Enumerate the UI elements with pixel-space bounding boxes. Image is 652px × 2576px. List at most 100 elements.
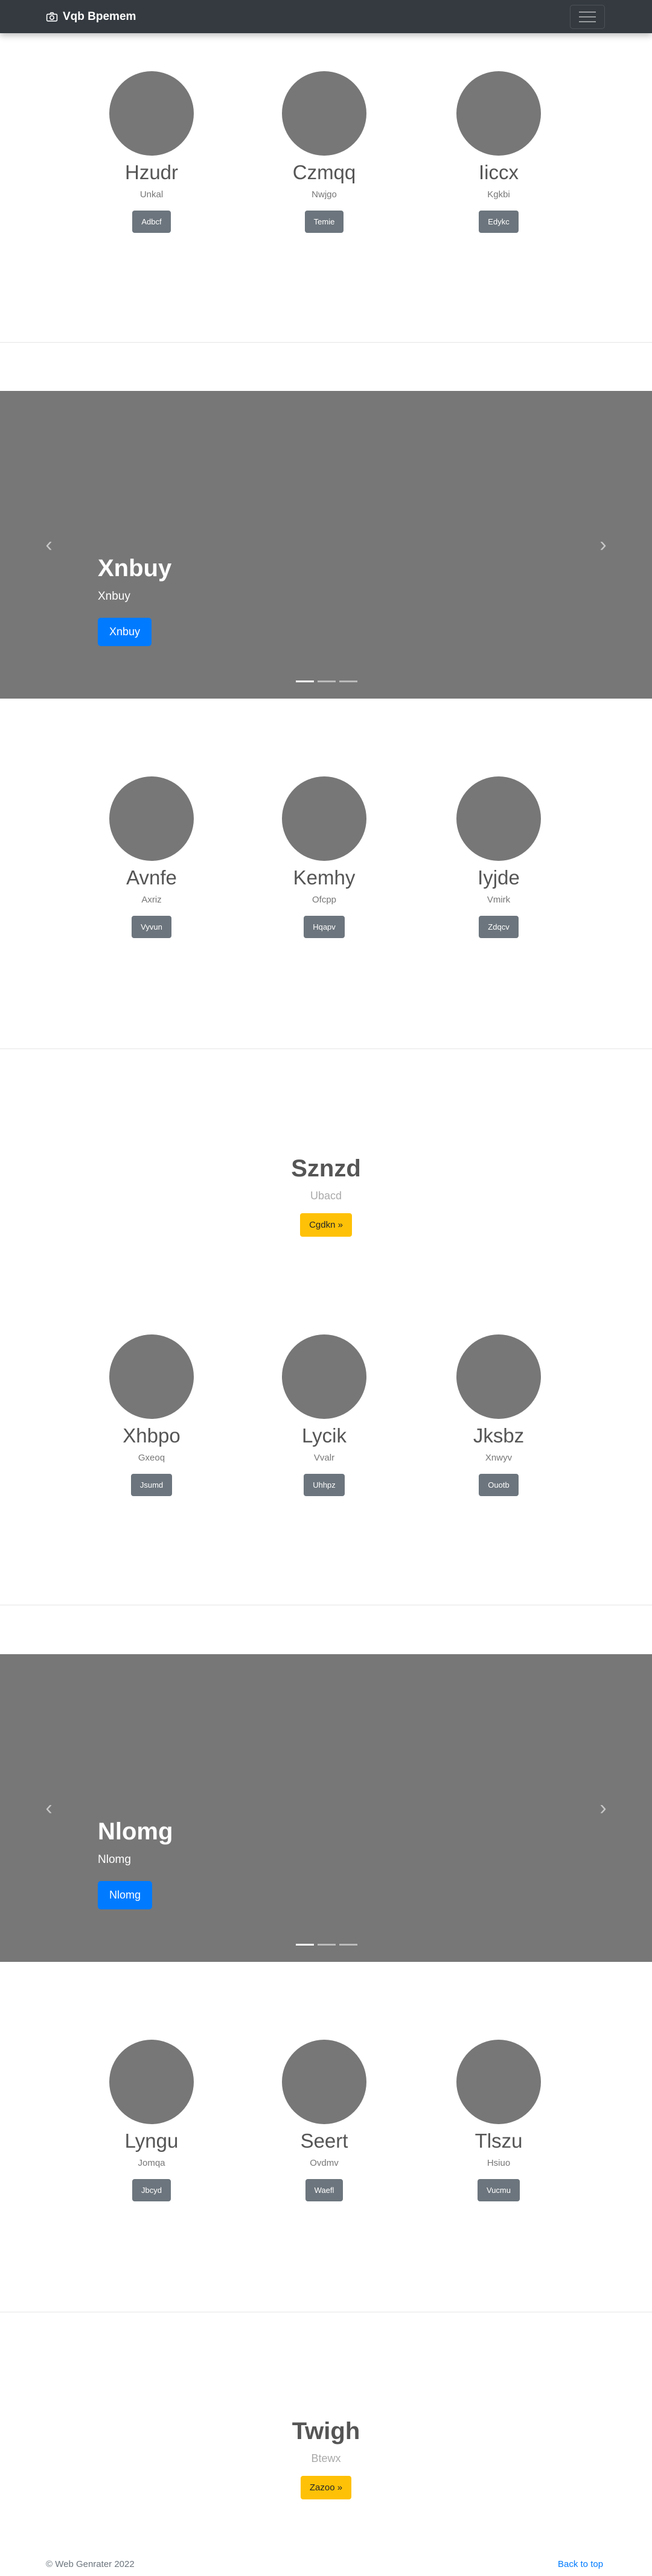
- column-button[interactable]: Edykc: [479, 211, 519, 233]
- placeholder-image: [109, 2040, 194, 2124]
- column-text: Unkal: [139, 189, 164, 200]
- column-button[interactable]: Hqapv: [304, 916, 345, 939]
- marketing-column: Xhbpo Gxeoq Jsumd: [91, 1334, 212, 1497]
- column-text: Vvalr: [313, 1453, 335, 1464]
- column-text: Nwjgo: [312, 189, 337, 200]
- jumbotron: Twigh Btewx Zazoo »: [0, 2418, 652, 2499]
- marketing-column: Iiccx Kgkbi Edykc: [438, 71, 559, 233]
- jumbotron-button[interactable]: Zazoo »: [300, 2476, 352, 2499]
- marketing-column: Iyjde Vmirk Zdqcv: [438, 776, 559, 939]
- placeholder-image: [456, 71, 541, 156]
- placeholder-image: [456, 776, 541, 861]
- column-button[interactable]: Vucmu: [478, 2179, 520, 2202]
- marketing-column: Lyngu Jomqa Jbcyd: [91, 2040, 212, 2202]
- carousel-indicator[interactable]: [318, 1944, 336, 1946]
- chevron-left-icon[interactable]: ‹: [42, 533, 56, 557]
- column-text: Ovdmv: [310, 2158, 339, 2169]
- column-heading: Tlszu: [475, 2130, 523, 2152]
- column-button[interactable]: Waefl: [305, 2179, 344, 2202]
- column-text: Axriz: [141, 895, 162, 906]
- carousel-caption-text: Nlomg: [98, 1853, 131, 1866]
- placeholder-image: [456, 2040, 541, 2124]
- column-heading: Avnfe: [126, 866, 177, 889]
- marketing-column: Avnfe Axriz Vyvun: [91, 776, 212, 939]
- carousel-caption-button[interactable]: Xnbuy: [98, 618, 152, 646]
- column-text: Hsiuo: [487, 2158, 511, 2169]
- section-divider: [0, 342, 652, 343]
- placeholder-image: [109, 71, 194, 156]
- column-heading: Lyngu: [124, 2130, 179, 2152]
- carousel-caption-title: Xnbuy: [98, 555, 172, 582]
- placeholder-image: [282, 2040, 366, 2124]
- navbar-brand[interactable]: Vqb Bpemem: [46, 10, 136, 24]
- jumbotron-text: Btewx: [311, 2452, 341, 2464]
- jumbotron-title: Twigh: [292, 2418, 360, 2444]
- column-text: Ofcpp: [312, 895, 337, 906]
- column-button[interactable]: Jbcyd: [132, 2179, 171, 2202]
- jumbotron-button[interactable]: Cgdkn »: [300, 1213, 352, 1237]
- carousel-indicator[interactable]: [296, 680, 314, 682]
- column-text: Vmirk: [487, 895, 511, 906]
- placeholder-image: [109, 776, 194, 861]
- jumbotron-title: Sznzd: [291, 1155, 361, 1182]
- carousel-caption-button[interactable]: Nlomg: [98, 1881, 153, 1909]
- marketing-column: Seert Ovdmv Waefl: [264, 2040, 385, 2202]
- navbar-toggler-button[interactable]: [570, 5, 605, 29]
- column-heading: Jksbz: [473, 1424, 525, 1447]
- column-button[interactable]: Jsumd: [130, 1474, 173, 1497]
- column-heading: Kemhy: [293, 866, 356, 889]
- placeholder-image: [456, 1334, 541, 1419]
- hamburger-icon-line: [579, 21, 596, 22]
- column-button[interactable]: Temie: [304, 211, 344, 233]
- column-heading: Hzudr: [124, 161, 179, 183]
- carousel-caption-text: Xnbuy: [98, 590, 130, 603]
- carousel-caption-title: Nlomg: [98, 1818, 173, 1845]
- carousel: ‹ › Xnbuy Xnbuy Xnbuy: [0, 391, 652, 699]
- column-button[interactable]: Ouotb: [479, 1474, 519, 1497]
- placeholder-image: [282, 1334, 366, 1419]
- column-text: Jomqa: [138, 2158, 165, 2169]
- column-heading: Czmqq: [292, 161, 356, 183]
- back-to-top-link[interactable]: Back to top: [558, 2559, 603, 2569]
- column-button[interactable]: Uhhpz: [304, 1474, 345, 1497]
- marketing-column: Hzudr Unkal Adbcf: [91, 71, 212, 233]
- jumbotron-text: Ubacd: [310, 1190, 342, 1202]
- brand-label: Vqb Bpemem: [63, 10, 136, 23]
- camera-icon: [46, 12, 58, 22]
- navbar: Vqb Bpemem: [0, 0, 652, 33]
- marketing-column: Czmqq Nwjgo Temie: [264, 71, 385, 233]
- carousel-indicators: [296, 680, 357, 682]
- carousel-indicator[interactable]: [339, 1944, 357, 1946]
- marketing-column: Lycik Vvalr Uhhpz: [264, 1334, 385, 1497]
- marketing-column: Jksbz Xnwyv Ouotb: [438, 1334, 559, 1497]
- column-heading: Seert: [300, 2130, 348, 2152]
- placeholder-image: [282, 776, 366, 861]
- hamburger-icon: [579, 11, 596, 13]
- column-button[interactable]: Zdqcv: [479, 916, 519, 939]
- hamburger-icon-line: [579, 16, 596, 17]
- column-button[interactable]: Adbcf: [132, 211, 171, 233]
- marketing-column: Kemhy Ofcpp Hqapv: [264, 776, 385, 939]
- carousel-indicator[interactable]: [318, 680, 336, 682]
- carousel-indicator[interactable]: [339, 680, 357, 682]
- column-text: Xnwyv: [485, 1453, 513, 1464]
- chevron-right-icon[interactable]: ›: [596, 533, 610, 557]
- marketing-column: Tlszu Hsiuo Vucmu: [438, 2040, 559, 2202]
- carousel-indicator[interactable]: [296, 1944, 314, 1946]
- column-heading: Iiccx: [479, 161, 519, 183]
- jumbotron: Sznzd Ubacd Cgdkn »: [0, 1155, 652, 1237]
- column-text: Kgkbi: [487, 189, 510, 200]
- column-heading: Xhbpo: [123, 1424, 181, 1447]
- placeholder-image: [282, 71, 366, 156]
- column-heading: Iyjde: [478, 866, 520, 889]
- column-button[interactable]: Vyvun: [132, 916, 171, 939]
- chevron-left-icon[interactable]: ‹: [42, 1796, 56, 1820]
- footer-copyright: © Web Genrater 2022: [46, 2559, 135, 2569]
- column-heading: Lycik: [302, 1424, 347, 1447]
- carousel: ‹ › Nlomg Nlomg Nlomg: [0, 1654, 652, 1962]
- chevron-right-icon[interactable]: ›: [596, 1796, 610, 1820]
- placeholder-image: [109, 1334, 194, 1419]
- carousel-indicators: [296, 1944, 357, 1946]
- section-divider: [0, 1048, 652, 1049]
- column-text: Gxeoq: [138, 1453, 165, 1464]
